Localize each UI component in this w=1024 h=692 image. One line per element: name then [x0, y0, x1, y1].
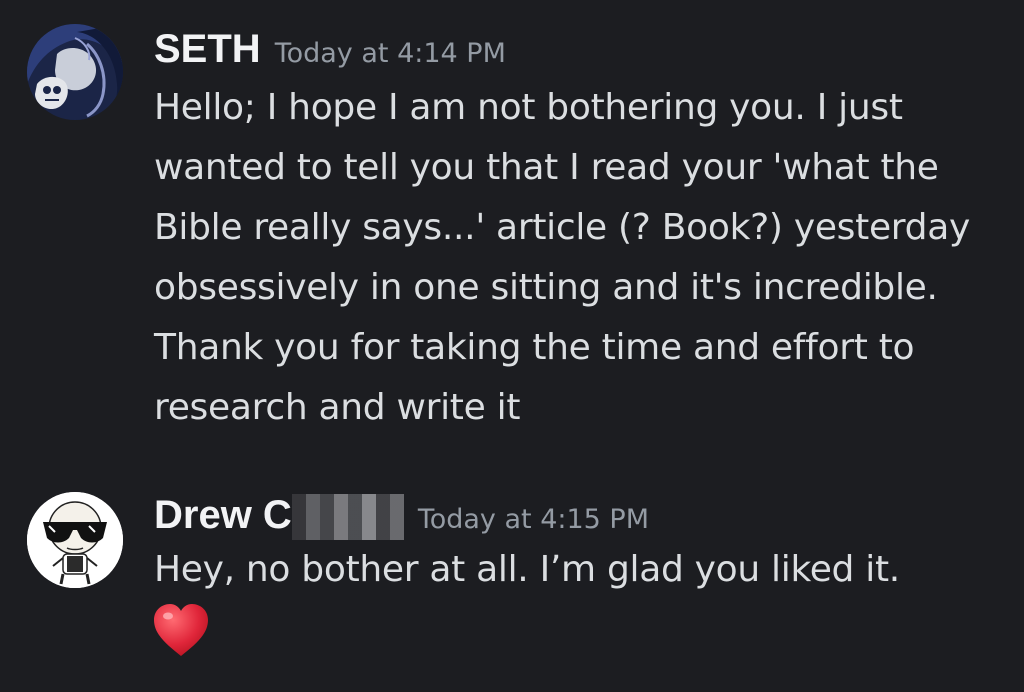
chat-log: SETH Today at 4:14 PM Hello; I hope I am … [0, 0, 1024, 692]
username[interactable]: Drew C [154, 493, 292, 537]
user-avatar[interactable] [27, 492, 123, 588]
message-text: Hey, no bother at all. I’m glad you like… [154, 549, 900, 590]
message-header: SETH Today at 4:14 PM [154, 24, 506, 74]
message-text: Hello; I hope I am not bothering you. I … [154, 87, 970, 428]
red-heart-emoji-icon [154, 604, 208, 656]
cartoon-sunglasses-avatar-icon [27, 492, 123, 588]
message-header: Drew C Today at 4:15 PM [154, 490, 649, 540]
redaction-blur [291, 494, 404, 540]
user-avatar[interactable] [27, 24, 123, 120]
timestamp: Today at 4:15 PM [417, 504, 649, 535]
username[interactable]: SETH [154, 27, 261, 71]
timestamp: Today at 4:14 PM [274, 38, 506, 69]
dark-portrait-avatar-icon [27, 24, 123, 120]
